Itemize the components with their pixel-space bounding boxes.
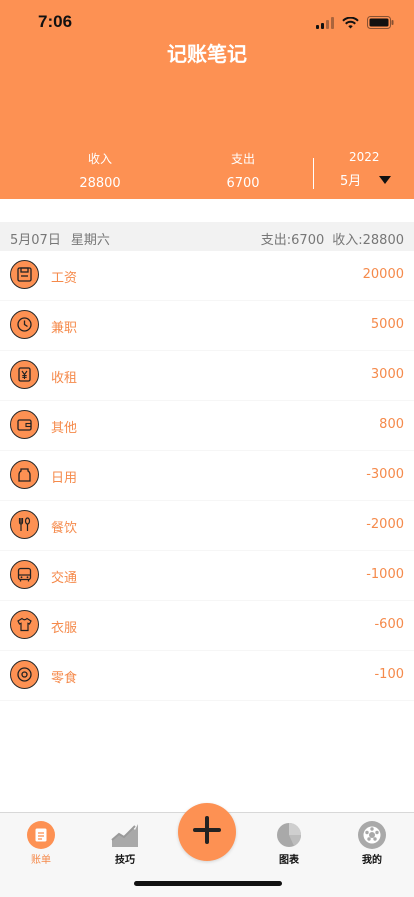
status-icons [316,14,394,33]
tab-label: 图表 [279,855,299,866]
month-picker[interactable]: 2022 5月 [335,150,392,189]
income-value: 28800 [79,176,121,191]
donut-icon [10,660,39,689]
income-summary: 收入 28800 [70,150,130,191]
entry-name: 日用 [51,471,78,486]
entry-name: 兼职 [51,321,78,336]
utensils-icon [10,510,39,539]
entry-amount: 20000 [362,267,404,282]
home-indicator [134,881,282,886]
expense-summary: 支出 6700 [213,150,273,191]
wallet-icon [10,410,39,439]
entry-row[interactable]: 收租 3000 [0,351,414,401]
entry-amount: -2000 [366,517,404,532]
day-group-header: 5月07日 星期六 支出:6700 收入:28800 [0,222,414,251]
wifi-icon [342,14,359,33]
tab-label: 我的 [362,855,382,866]
month-label: 5月 [340,174,362,189]
bottle-icon [10,460,39,489]
battery-icon [367,14,394,33]
year-label: 2022 [349,150,380,164]
income-label: 收入 [87,152,112,166]
entry-name: 零食 [51,671,78,686]
entry-name: 餐饮 [51,521,78,536]
shirt-icon [10,610,39,639]
tab-profile[interactable]: 我的 [342,821,402,866]
caret-down-icon [379,175,392,184]
app-title: 记账笔记 [167,42,247,66]
bus-icon [10,560,39,589]
entry-name: 工资 [51,271,78,286]
day-weekday: 星期六 [70,233,110,248]
entry-amount: 5000 [370,317,404,332]
tab-label: 技巧 [115,855,135,866]
expense-label: 支出 [230,152,255,166]
entry-row[interactable]: 其他 800 [0,401,414,451]
entry-row[interactable]: 兼职 5000 [0,301,414,351]
day-income-total: 收入:28800 [332,233,404,248]
entry-name: 交通 [51,571,78,586]
yen-icon [10,360,39,389]
clock-icon [10,310,39,339]
entry-amount: -100 [374,667,404,682]
entry-row[interactable]: 餐饮 -2000 [0,501,414,551]
salary-icon [10,260,39,289]
profile-icon [358,821,386,849]
entry-amount: 800 [379,417,404,432]
entry-row[interactable]: 零食 -100 [0,651,414,701]
entry-amount: -3000 [366,467,404,482]
entry-row[interactable]: 交通 -1000 [0,551,414,601]
header: 7:06 记账笔记 收入 28800 支出 6700 2022 5月 [0,0,414,199]
entry-name: 收租 [51,371,78,386]
expense-value: 6700 [226,176,260,191]
entry-name: 其他 [51,421,78,436]
entry-amount: -600 [374,617,404,632]
bill-icon [27,821,55,849]
entry-row[interactable]: 日用 -3000 [0,451,414,501]
entry-name: 衣服 [51,621,78,636]
entry-amount: 3000 [370,367,404,382]
tab-label: 账单 [31,855,51,866]
tab-bills[interactable]: 账单 [11,821,71,866]
add-entry-button[interactable] [178,803,236,861]
entry-amount: -1000 [366,567,404,582]
tab-charts[interactable]: 图表 [259,821,319,866]
day-expense-total: 支出:6700 [260,233,325,248]
day-date: 5月07日 [10,233,61,248]
entry-list: 工资 20000 兼职 5000 收租 3000 其他 800 日用 -3000… [0,251,414,701]
summary-divider [313,158,314,189]
status-time: 7:06 [38,12,73,31]
trend-icon [111,821,139,849]
tab-tips[interactable]: 技巧 [95,821,155,866]
pie-chart-icon [275,821,303,849]
entry-row[interactable]: 衣服 -600 [0,601,414,651]
signal-icon [316,14,334,33]
plus-icon [193,816,221,848]
entry-row[interactable]: 工资 20000 [0,251,414,301]
